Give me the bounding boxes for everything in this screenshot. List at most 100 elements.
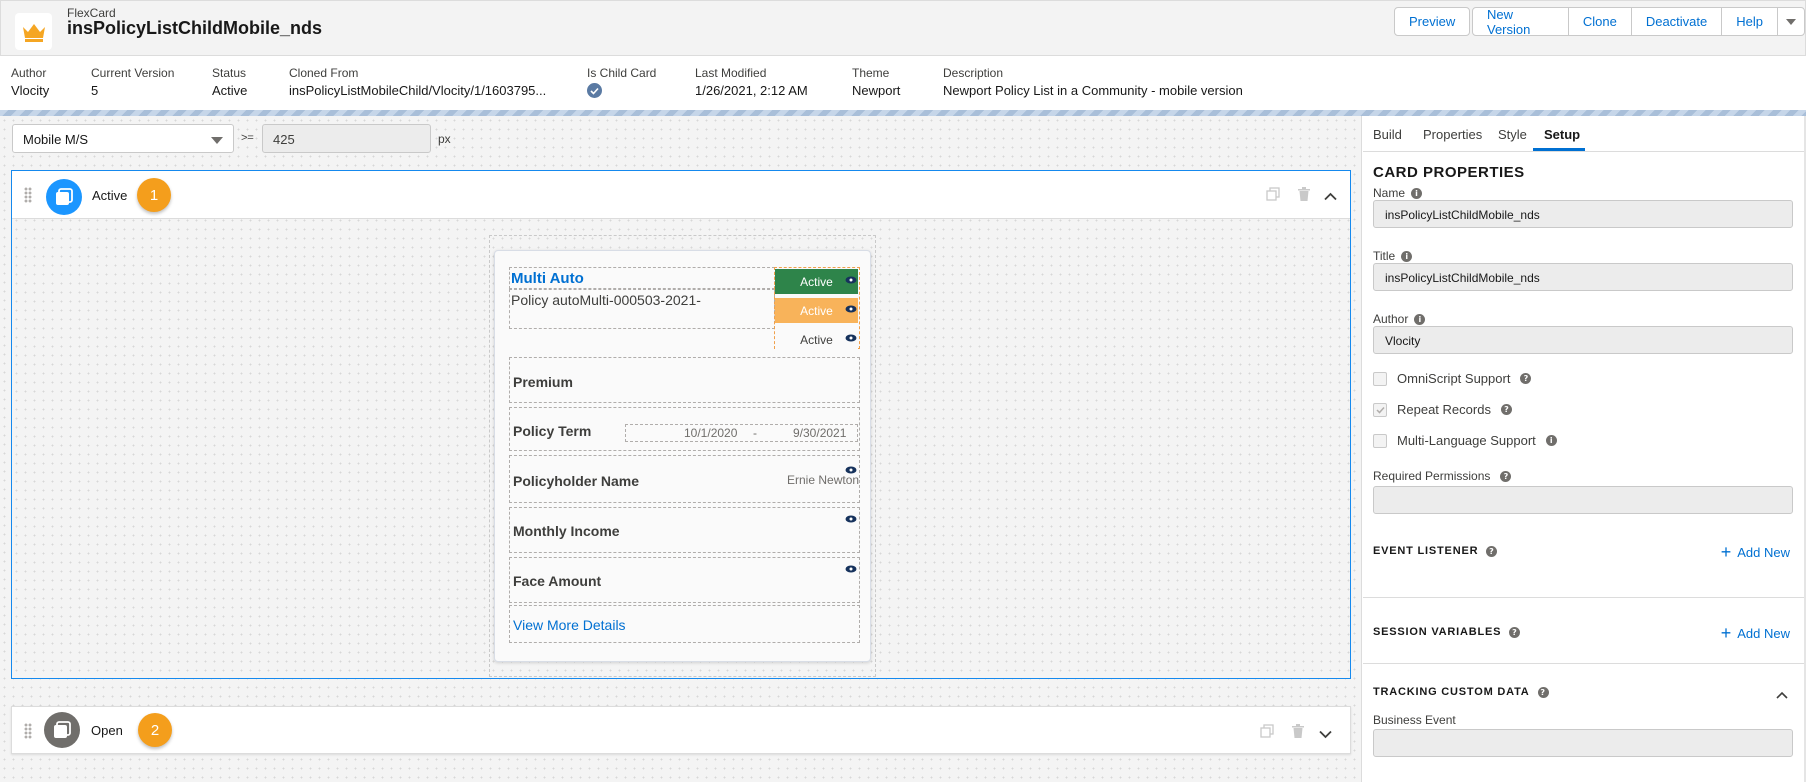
deactivate-button[interactable]: Deactivate	[1630, 7, 1723, 36]
design-canvas: Mobile M/S >= 425 px Active 1 Multi Auto…	[0, 116, 1362, 782]
state-panel-active[interactable]: Active 1 Multi Auto Policy autoMulti-000…	[11, 170, 1351, 679]
title-field[interactable]: insPolicyListChildMobile_nds	[1373, 263, 1793, 291]
breakpoint-input[interactable]: 425	[262, 124, 431, 153]
tracking-custom-data-heading: TRACKING CUSTOM DATA?	[1373, 686, 1549, 698]
policy-term-label: Policy Term	[513, 423, 592, 439]
state-header: Active 1	[12, 171, 1350, 219]
help-icon[interactable]: ?	[1486, 545, 1498, 557]
state-number-badge: 1	[137, 178, 171, 212]
eye-icon[interactable]	[845, 305, 857, 313]
meta-last-modified: Last Modified 1/26/2021, 2:12 AM	[695, 66, 808, 98]
eye-icon[interactable]	[845, 466, 857, 474]
name-label: Name i	[1373, 186, 1423, 200]
chevron-up-icon[interactable]	[1776, 687, 1788, 702]
properties-panel: Build Properties Style Setup CARD PROPER…	[1363, 116, 1806, 782]
tab-build[interactable]: Build	[1373, 127, 1402, 142]
event-listener-heading: EVENT LISTENER?	[1373, 545, 1498, 557]
dropdown-caret-icon	[211, 137, 223, 144]
help-button[interactable]: Help	[1721, 7, 1778, 36]
info-icon[interactable]: i	[1545, 435, 1557, 446]
tab-properties[interactable]: Properties	[1423, 127, 1482, 142]
eye-icon[interactable]	[845, 565, 857, 573]
repeat-records-checkbox[interactable]: Repeat Records ?	[1373, 402, 1512, 417]
author-field[interactable]: Vlocity	[1373, 326, 1793, 354]
help-icon[interactable]: ?	[1500, 404, 1512, 415]
meta-status: Status Active	[212, 66, 248, 98]
checkbox[interactable]	[1373, 371, 1387, 386]
required-permissions-label: Required Permissions?	[1373, 469, 1512, 483]
tab-style[interactable]: Style	[1498, 127, 1527, 142]
chevron-up-icon[interactable]	[1324, 189, 1337, 204]
business-event-label: Business Event	[1373, 713, 1456, 727]
device-select[interactable]: Mobile M/S	[12, 124, 234, 153]
checkbox-checked[interactable]	[1373, 402, 1387, 417]
eye-icon[interactable]	[845, 515, 857, 523]
check-circle-icon	[587, 83, 602, 98]
meta-author: Author Vlocity	[11, 66, 50, 98]
term-separator: -	[753, 426, 757, 440]
author-label: Author i	[1373, 312, 1426, 326]
state-icon	[46, 179, 82, 215]
new-version-button[interactable]: New Version	[1472, 7, 1569, 37]
title-label: Title i	[1373, 249, 1413, 263]
monthly-income-label: Monthly Income	[513, 523, 620, 539]
meta-current-version: Current Version 5	[91, 66, 175, 98]
drag-handle-icon[interactable]	[24, 723, 32, 739]
plus-icon: +	[1720, 542, 1732, 562]
policy-number: Policy autoMulti-000503-2021-	[511, 292, 701, 308]
meta-theme: Theme Newport	[852, 66, 901, 98]
term-end: 9/30/2021	[793, 426, 847, 440]
info-icon[interactable]: i	[1414, 314, 1426, 326]
meta-cloned-from: Cloned From insPolicyListMobileChild/Vlo…	[289, 66, 547, 98]
checkbox[interactable]	[1373, 433, 1387, 448]
meta-description: Description Newport Policy List in a Com…	[943, 66, 1243, 98]
crown-icon	[15, 13, 52, 50]
tab-setup[interactable]: Setup	[1544, 127, 1580, 142]
term-start: 10/1/2020	[684, 426, 738, 440]
business-event-field[interactable]	[1373, 729, 1793, 757]
chevron-down-icon	[1786, 18, 1796, 25]
omniscript-support-checkbox[interactable]: OmniScript Support ?	[1373, 371, 1532, 386]
state-name: Open	[91, 723, 123, 738]
breakpoint-unit: px	[438, 132, 451, 146]
copy-icon[interactable]	[1260, 724, 1274, 741]
info-icon[interactable]: i	[1401, 251, 1413, 263]
state-panel-open[interactable]: Open 2	[11, 706, 1351, 754]
preview-button[interactable]: Preview	[1394, 7, 1471, 36]
add-event-listener-button[interactable]: + Add New	[1720, 542, 1790, 562]
eye-icon[interactable]	[845, 276, 857, 284]
page-title: insPolicyListChildMobile_nds	[67, 18, 323, 38]
card-preview-frame: Multi Auto Policy autoMulti-000503-2021-…	[489, 235, 876, 677]
help-icon[interactable]: ?	[1500, 471, 1512, 483]
help-icon[interactable]: ?	[1520, 373, 1532, 384]
name-field[interactable]: insPolicyListChildMobile_nds	[1373, 200, 1793, 228]
add-session-variable-button[interactable]: + Add New	[1720, 623, 1790, 643]
card-properties-title: CARD PROPERTIES	[1373, 164, 1525, 181]
copy-icon[interactable]	[1266, 187, 1280, 204]
state-name: Active	[92, 188, 128, 203]
drag-handle-icon[interactable]	[24, 187, 32, 203]
policyholder-value: Ernie Newton	[787, 473, 860, 487]
state-number-badge: 2	[138, 713, 172, 747]
view-more-details-link[interactable]: View More Details	[513, 617, 626, 633]
chevron-down-icon[interactable]	[1319, 727, 1332, 742]
delete-icon[interactable]	[1292, 724, 1304, 741]
policyholder-label: Policyholder Name	[513, 473, 640, 489]
meta-is-child-card: Is Child Card	[587, 66, 656, 98]
required-permissions-field[interactable]	[1373, 486, 1793, 514]
breakpoint-operator: >=	[241, 132, 254, 144]
flexcard-preview[interactable]: Multi Auto Policy autoMulti-000503-2021-…	[494, 250, 871, 662]
delete-icon[interactable]	[1298, 187, 1310, 204]
clone-button[interactable]: Clone	[1567, 7, 1632, 36]
help-icon[interactable]: ?	[1537, 686, 1549, 698]
more-actions-button[interactable]	[1777, 7, 1805, 36]
card-details: Author Vlocity Current Version 5 Status …	[0, 56, 1806, 110]
info-icon[interactable]: i	[1411, 188, 1423, 200]
help-icon[interactable]: ?	[1509, 626, 1521, 638]
app-header: FlexCard insPolicyListChildMobile_nds Pr…	[0, 0, 1806, 56]
plus-icon: +	[1720, 623, 1732, 643]
multi-language-support-checkbox[interactable]: Multi-Language Support i	[1373, 433, 1557, 448]
card-title-link[interactable]: Multi Auto	[511, 270, 584, 287]
eye-icon[interactable]	[845, 334, 857, 342]
face-amount-label: Face Amount	[513, 573, 602, 589]
